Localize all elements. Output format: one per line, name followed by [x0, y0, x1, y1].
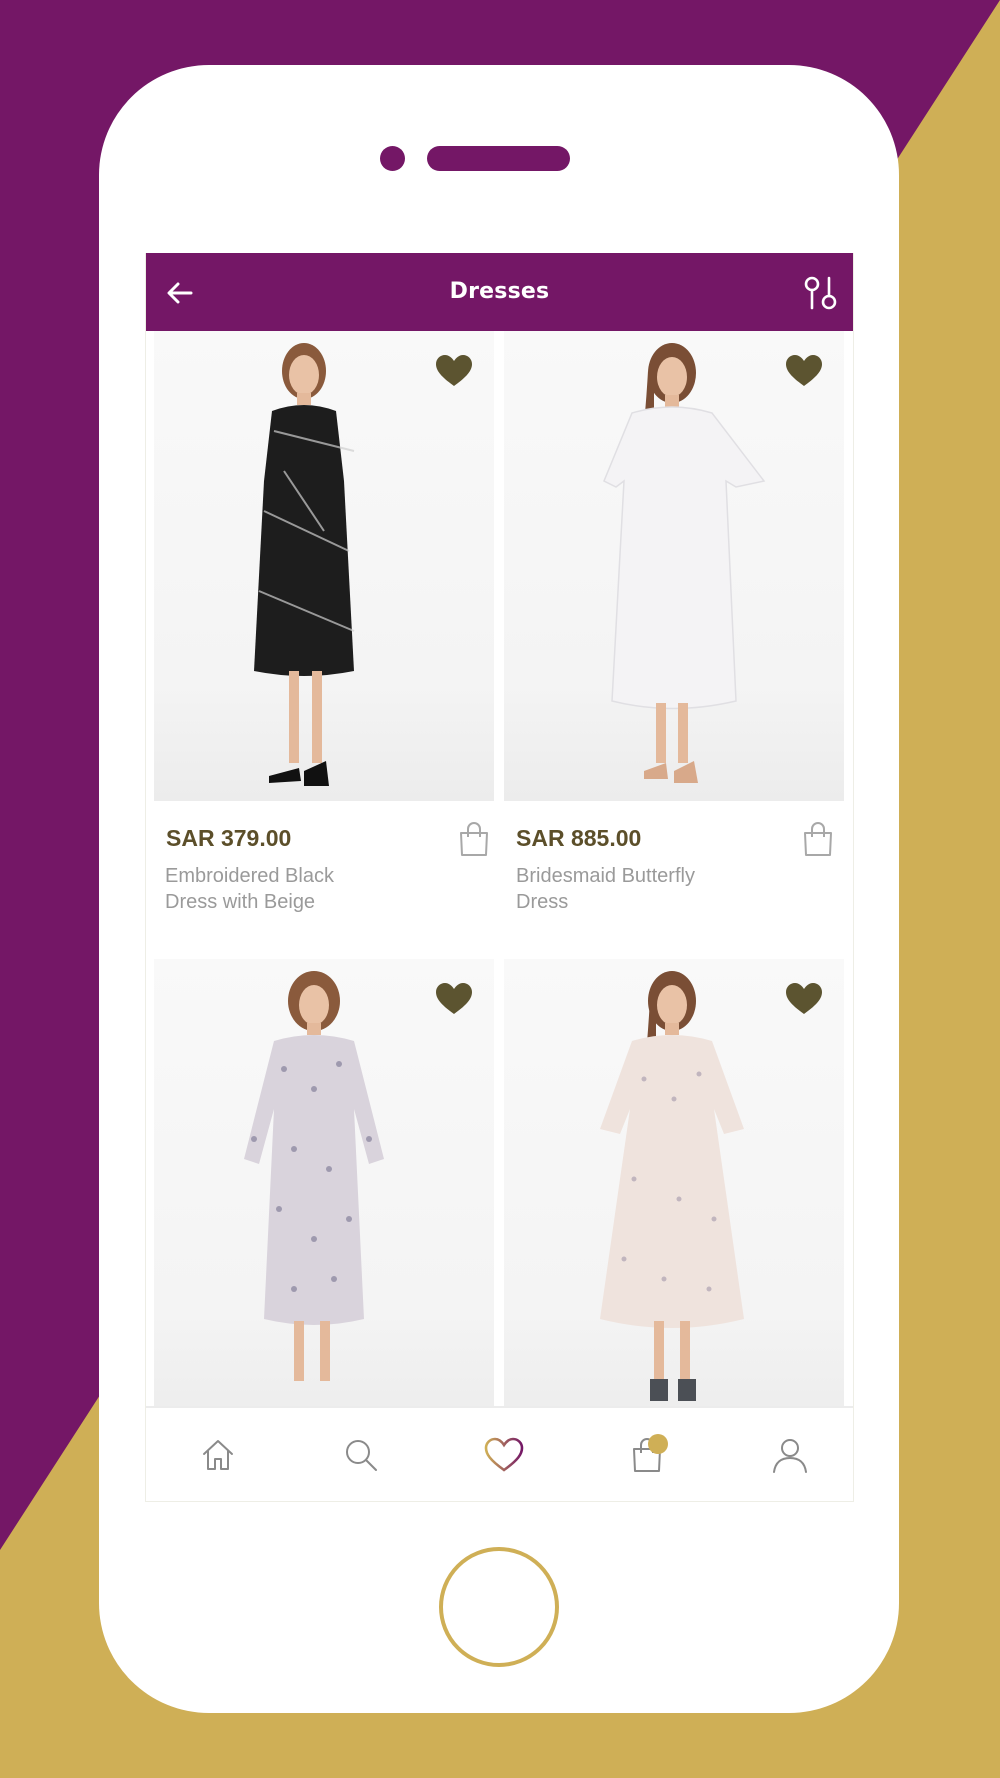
filter-sliders-icon: [804, 276, 837, 310]
user-icon: [773, 1439, 807, 1473]
model-image: [254, 343, 355, 786]
shopping-bag-icon: [460, 822, 488, 856]
tab-search[interactable]: [338, 1432, 384, 1478]
product-photo[interactable]: [154, 959, 494, 1429]
phone-speaker: [427, 146, 570, 171]
heart-filled-icon: [436, 983, 472, 1014]
app-header: Dresses: [146, 253, 853, 331]
home-icon: [203, 1440, 233, 1470]
product-grid: SAR 379.00 Embroidered Black Dress with …: [146, 331, 853, 1501]
cart-badge: [648, 1434, 668, 1454]
model-image: [600, 971, 744, 1401]
product-price: SAR 885.00: [516, 825, 642, 851]
product-photo[interactable]: [154, 331, 494, 801]
phone-camera: [380, 146, 405, 171]
product-photo[interactable]: [504, 331, 844, 801]
product-price: SAR 379.00: [166, 825, 292, 851]
tab-favorites[interactable]: [481, 1432, 527, 1478]
page-title: Dresses: [449, 279, 550, 304]
product-name: Embroidered Black Dress with Beige: [165, 865, 334, 913]
add-to-cart-button[interactable]: [802, 821, 834, 857]
shopping-bag-icon: [804, 822, 832, 856]
tab-cart[interactable]: [624, 1432, 670, 1478]
heart-filled-icon: [786, 355, 822, 386]
model-image: [244, 971, 384, 1381]
product-photo[interactable]: [504, 959, 844, 1429]
heart-icon: [484, 1437, 524, 1472]
heart-filled-icon: [436, 355, 472, 386]
search-icon: [346, 1440, 377, 1471]
product-name: Bridesmaid Butterfly Dress: [516, 865, 695, 913]
phone-home-button[interactable]: [439, 1547, 559, 1667]
favorite-button[interactable]: [786, 355, 822, 387]
filter-button[interactable]: [799, 271, 843, 315]
favorite-button[interactable]: [436, 983, 472, 1015]
app-screen: Dresses SAR 379.00 Embroidered Black Dre…: [145, 253, 854, 1502]
tab-home[interactable]: [195, 1432, 241, 1478]
heart-filled-icon: [786, 983, 822, 1014]
add-to-cart-button[interactable]: [458, 821, 490, 857]
favorite-button[interactable]: [786, 983, 822, 1015]
bottom-tab-bar: [146, 1406, 853, 1501]
tab-profile[interactable]: [767, 1432, 813, 1478]
model-image: [603, 343, 766, 783]
favorite-button[interactable]: [436, 355, 472, 387]
